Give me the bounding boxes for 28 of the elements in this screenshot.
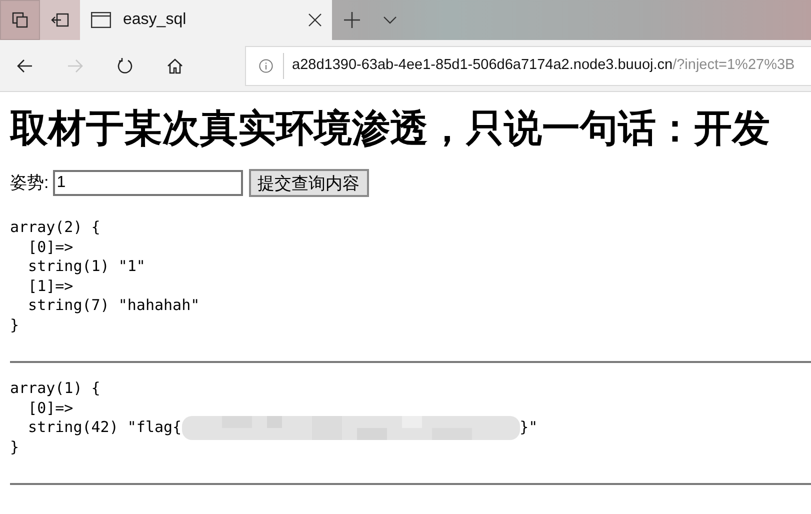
code-text: }": [520, 418, 538, 438]
set-aside-icon: [51, 13, 69, 27]
code-line: array(2) {: [10, 218, 100, 238]
code-line: string(7) "hahahah": [27, 296, 200, 316]
code-line: [0]=>: [27, 398, 74, 418]
code-text: string(42) "flag{: [27, 418, 182, 438]
submit-button[interactable]: 提交查询内容: [248, 169, 369, 197]
code-line: [1]=>: [27, 276, 74, 296]
page-icon: [91, 12, 111, 28]
field-label: 姿势:: [10, 172, 49, 194]
page-heading: 取材于某次真实环境渗透，只说一句话：开发: [10, 107, 771, 152]
chevron-down-icon: [383, 16, 397, 24]
input-field[interactable]: 1: [52, 170, 243, 196]
info-icon: [259, 58, 273, 72]
code-line: }: [10, 438, 20, 457]
code-line: array(1) {: [10, 379, 100, 398]
set-aside-tabs-button[interactable]: [40, 0, 80, 40]
address-bar[interactable]: a28d1390-63ab-4ee1-85d1-506d6a7174a2.node3.buuoj.cn/?inject=1%27%3B: [245, 46, 811, 86]
tab-manager-button[interactable]: [0, 0, 40, 40]
windows-icon: [12, 12, 28, 28]
tab-title: easy_sql: [123, 10, 188, 30]
code-line: string(1) "1": [27, 257, 146, 276]
browser-tab[interactable]: easy_sql: [80, 0, 332, 40]
code-line: [0]=>: [27, 238, 74, 257]
url-text: a28d1390-63ab-4ee1-85d1-506d6a7174a2.node3.buuoj.cn/?inject=1%27%3B: [292, 56, 795, 75]
close-icon[interactable]: [308, 13, 322, 27]
code-line: }: [10, 316, 20, 335]
plus-icon: [344, 12, 360, 28]
